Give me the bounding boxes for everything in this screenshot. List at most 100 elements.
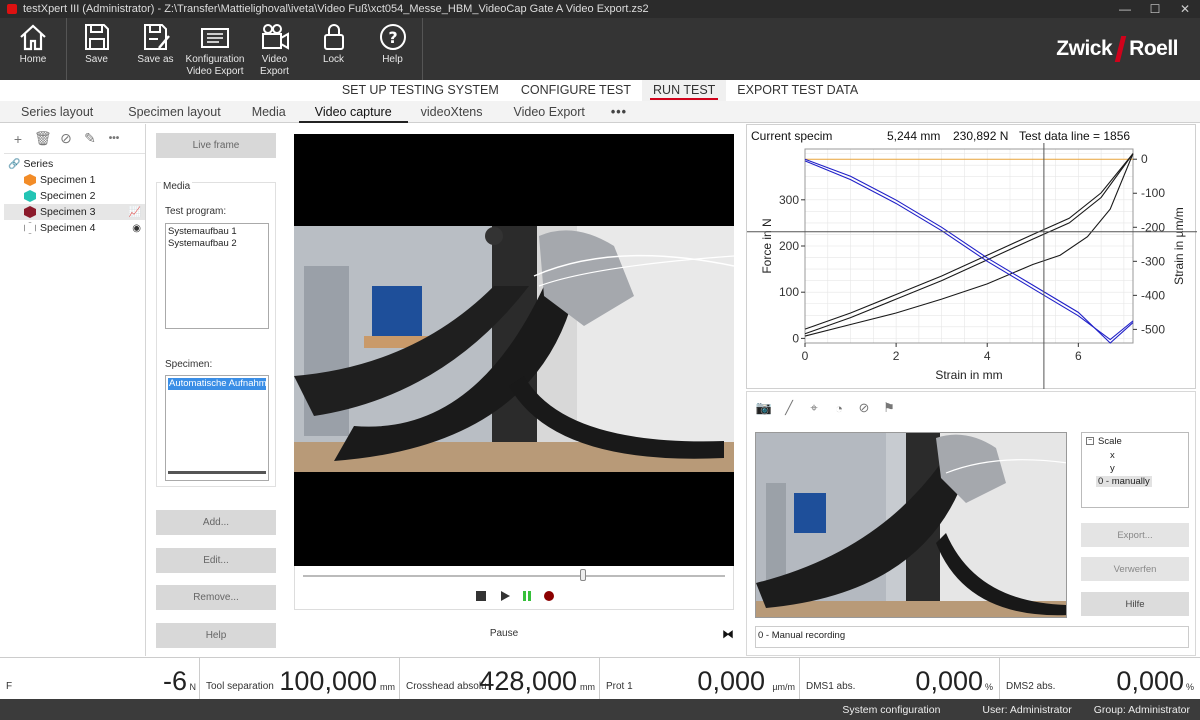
logo-right: Roell (1129, 37, 1178, 60)
test-program-item-1[interactable]: Systemaufbau 1 (168, 226, 266, 238)
scale-tree: − Scale x y 0 - manually (1081, 432, 1189, 508)
specimen-list[interactable]: Automatische Aufnahme (165, 375, 269, 481)
tab-configure-test[interactable]: CONFIGURE TEST (510, 80, 642, 101)
readout-tool-separation-name: Tool separation (206, 681, 274, 692)
discard-button[interactable]: Verwerfen (1081, 557, 1189, 581)
play-icon[interactable] (499, 590, 511, 602)
save-button[interactable]: Save (67, 18, 126, 80)
hilfe-button[interactable]: Hilfe (1081, 592, 1189, 616)
add-button[interactable]: Add... (156, 510, 276, 535)
specimen-4-label: Specimen 4 (40, 222, 96, 234)
help-icon: ? (379, 24, 406, 50)
readout-dms1-value: 0,000 (915, 666, 983, 696)
video-export-button[interactable]: Video Export (245, 18, 304, 80)
more-tabs-button[interactable]: ••• (598, 101, 640, 123)
workflow-tabs: SET UP TESTING SYSTEM CONFIGURE TEST RUN… (0, 80, 1200, 101)
video-view[interactable] (294, 134, 734, 566)
media-panel: Live frame Media Test program: Systemauf… (150, 124, 282, 656)
edit-icon[interactable]: ✎ (82, 130, 98, 147)
tab-run-test[interactable]: RUN TEST (642, 80, 727, 101)
export-button[interactable]: Export... (1081, 523, 1189, 547)
delete-icon[interactable]: 🗑 (34, 130, 52, 147)
tree-specimen-4[interactable]: Specimen 4 ◉ (4, 220, 145, 236)
scale-x[interactable]: x (1110, 450, 1115, 461)
remove-button[interactable]: Remove... (156, 585, 276, 610)
tab-media[interactable]: Media (234, 101, 299, 123)
tab-series-layout[interactable]: Series layout (8, 101, 106, 123)
maximize-button[interactable]: ☐ (1140, 2, 1170, 16)
test-program-item-2[interactable]: Systemaufbau 2 (168, 238, 266, 250)
y-tick-label: 100 (779, 285, 799, 299)
readout-tool-separation-value: 100,000 (279, 666, 377, 696)
scale-y[interactable]: y (1110, 463, 1115, 474)
add-icon[interactable]: + (10, 131, 26, 147)
y2-tick-label: -100 (1141, 186, 1165, 200)
readout-dms2-name: DMS2 abs. (1006, 681, 1056, 692)
angle-icon[interactable]: ◔ (830, 400, 848, 416)
tree-specimen-3[interactable]: Specimen 3 📈 (4, 204, 145, 220)
scale-root[interactable]: Scale (1098, 436, 1122, 447)
record-icon[interactable] (543, 590, 555, 602)
chart-current-specimen: Current specim (751, 129, 833, 143)
live-frame-button[interactable]: Live frame (156, 133, 276, 158)
tree-series[interactable]: 🔗 Series (4, 156, 145, 172)
chart-value-force: 230,892 N (953, 129, 1009, 143)
tab-specimen-layout[interactable]: Specimen layout (106, 101, 233, 123)
stop-icon[interactable] (475, 590, 487, 602)
timeline-thumb[interactable] (579, 569, 586, 581)
specimen-2-label: Specimen 2 (40, 190, 96, 202)
readout-dms1: DMS1 abs. 0,000 % (800, 658, 1000, 700)
home-icon (20, 24, 46, 51)
tree-specimen-1[interactable]: Specimen 1 (4, 172, 145, 188)
tab-set-up-testing-system[interactable]: SET UP TESTING SYSTEM (331, 80, 510, 101)
measure-icon[interactable]: ⌖ (805, 400, 823, 416)
trim-icon[interactable]: ⧓ (722, 627, 734, 641)
user-status: User: Administrator (982, 703, 1072, 716)
scale-manual[interactable]: 0 - manually (1096, 476, 1152, 487)
tab-video-capture[interactable]: Video capture (298, 101, 408, 123)
edit-button[interactable]: Edit... (156, 548, 276, 573)
specimen-1-label: Specimen 1 (40, 174, 96, 186)
readout-force-unit: N (189, 682, 197, 692)
timeline-track[interactable] (303, 575, 725, 577)
series-icon: 🔗 (8, 158, 21, 170)
more-icon[interactable]: ••• (106, 133, 122, 144)
flag-icon[interactable]: ⚑ (880, 400, 898, 416)
minimize-button[interactable]: — (1110, 2, 1140, 16)
cancel-icon[interactable]: ⊘ (58, 130, 74, 147)
readout-dms2-unit: % (1185, 682, 1194, 692)
help-button-media[interactable]: Help (156, 623, 276, 648)
tree-specimen-2[interactable]: Specimen 2 (4, 188, 145, 204)
video-controls (294, 566, 734, 610)
test-program-list[interactable]: Systemaufbau 1 Systemaufbau 2 (165, 223, 269, 329)
specimen-2-icon (24, 190, 36, 202)
specimen-1-icon (24, 174, 36, 186)
line-icon[interactable]: ╱ (780, 400, 798, 416)
tab-video-export[interactable]: Video Export (496, 101, 598, 123)
save-as-button[interactable]: Save as (126, 18, 185, 80)
list-scrollbar[interactable] (168, 471, 266, 474)
camera-icon[interactable]: 📷 (755, 400, 773, 416)
snapshot-image[interactable] (755, 432, 1067, 618)
readout-prot1-name: Prot 1 (606, 681, 633, 692)
logo-slash (1114, 36, 1127, 62)
lock-button[interactable]: Lock (304, 18, 363, 80)
system-configuration-link[interactable]: System configuration (842, 704, 940, 716)
y-axis-label: Force in N (760, 218, 774, 273)
readout-crosshead-unit: mm (580, 682, 595, 692)
close-button[interactable]: ✕ (1170, 2, 1200, 16)
series-label: Series (23, 158, 54, 170)
clear-icon[interactable]: ⊘ (855, 400, 873, 416)
scale-expand-icon[interactable]: − (1086, 437, 1094, 445)
specimen-tree: 🔗 Series Specimen 1 Specimen 2 Specimen … (4, 154, 145, 236)
home-label: Home (19, 54, 47, 65)
pause-icon[interactable] (521, 590, 533, 602)
specimen-item[interactable]: Automatische Aufnahme (168, 378, 266, 390)
manual-recording-field[interactable]: 0 - Manual recording (755, 626, 1189, 648)
help-button[interactable]: ? Help (363, 18, 422, 80)
tab-videoxtens[interactable]: videoXtens (408, 101, 496, 123)
tab-export-test-data[interactable]: EXPORT TEST DATA (726, 80, 869, 101)
force-strain-chart[interactable]: 0 2 4 601002003000-100-200-300-400-500Strai… (747, 125, 1197, 390)
config-video-export-button[interactable]: Konfiguration Video Export (185, 18, 245, 80)
home-button[interactable]: Home (0, 18, 66, 80)
